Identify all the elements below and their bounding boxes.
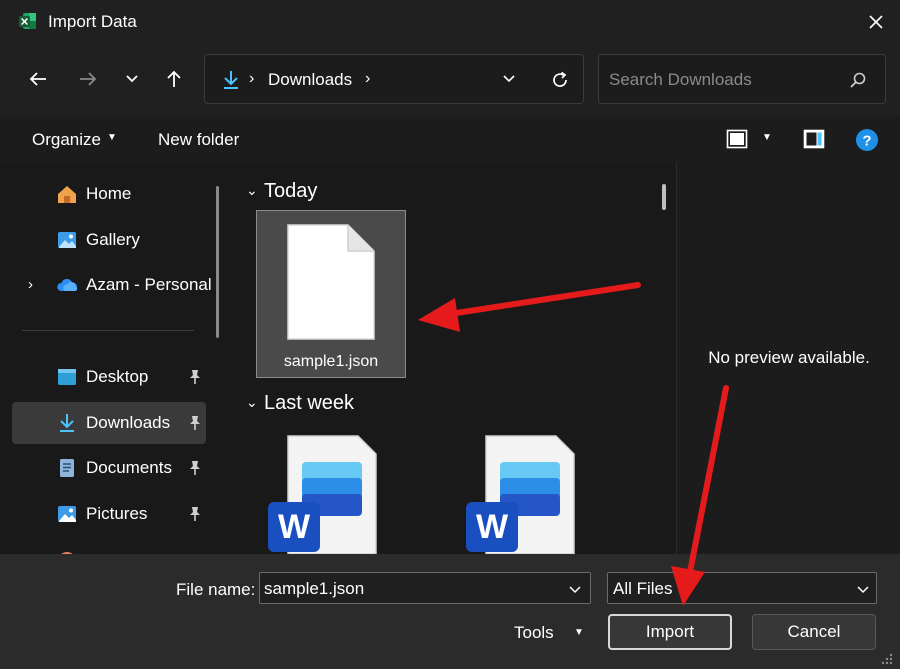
- file-name-input[interactable]: [264, 578, 554, 600]
- file-name-label: sample1.json: [283, 353, 379, 370]
- file-item-word-document-1[interactable]: W: [256, 422, 406, 554]
- chevron-down-icon[interactable]: [566, 580, 584, 598]
- pictures-icon: [58, 506, 76, 522]
- word-document-icon: W: [466, 435, 575, 554]
- file-list: ⌄ Today sample1.json ⌄ Last week W W: [232, 162, 676, 554]
- file-name-label: File name:: [176, 580, 256, 599]
- group-header-today[interactable]: ⌄ Today: [246, 180, 317, 203]
- word-badge-letter: W: [476, 508, 509, 546]
- search-box[interactable]: [598, 54, 886, 104]
- generic-file-icon: [287, 224, 375, 340]
- recent-locations-button[interactable]: [117, 64, 147, 94]
- collapse-chevron-icon[interactable]: ⌄: [246, 394, 264, 411]
- back-button[interactable]: [23, 64, 53, 94]
- preview-pane-icon[interactable]: [803, 128, 825, 150]
- sidebar-divider: [22, 330, 194, 331]
- tools-button[interactable]: Tools: [514, 623, 554, 643]
- arrow-left-icon: [29, 72, 46, 86]
- sidebar-item-label: Documents: [86, 458, 172, 477]
- cancel-button[interactable]: Cancel: [752, 614, 876, 650]
- help-icon[interactable]: ?: [855, 128, 879, 152]
- file-type-select[interactable]: All Files: [607, 572, 877, 604]
- sidebar-item-label: Pictures: [86, 504, 148, 523]
- view-mode-icon[interactable]: [726, 128, 748, 150]
- download-icon: [60, 414, 74, 432]
- documents-icon: [60, 459, 74, 477]
- search-input[interactable]: [609, 69, 839, 91]
- pin-icon[interactable]: [188, 415, 202, 431]
- search-icon: [850, 72, 866, 88]
- arrow-up-icon: [167, 70, 181, 87]
- breadcrumb-trailing-separator[interactable]: ›: [365, 70, 370, 88]
- chevron-down-icon[interactable]: [854, 580, 872, 598]
- sidebar-scrollbar[interactable]: [216, 186, 219, 338]
- sidebar-item-documents[interactable]: Documents: [12, 447, 206, 489]
- title-bar: Import Data: [0, 0, 900, 44]
- excel-icon: [19, 13, 36, 29]
- sidebar-item-downloads[interactable]: Downloads: [12, 402, 206, 444]
- no-preview-message: No preview available.: [708, 348, 870, 367]
- desktop-icon: [58, 369, 76, 385]
- forward-button[interactable]: [73, 64, 103, 94]
- sidebar-item-label: Azam - Personal: [86, 275, 212, 294]
- home-icon: [58, 186, 76, 203]
- collapse-chevron-icon[interactable]: ⌄: [246, 182, 264, 199]
- refresh-icon: [553, 71, 567, 87]
- dialog-footer: File name: All Files Tools ▼ Import Canc…: [0, 554, 900, 669]
- sidebar-item-home[interactable]: Home: [12, 173, 206, 215]
- new-folder-button[interactable]: New folder: [158, 130, 239, 150]
- breadcrumb-separator[interactable]: ›: [249, 70, 254, 88]
- address-bar[interactable]: › Downloads ›: [204, 54, 584, 104]
- chevron-down-icon: [503, 75, 515, 83]
- close-icon: [869, 15, 883, 29]
- organize-dropdown-icon[interactable]: ▼: [107, 132, 117, 143]
- pin-icon[interactable]: [188, 369, 202, 385]
- group-header-last-week[interactable]: ⌄ Last week: [246, 392, 354, 415]
- sidebar-item-label: Gallery: [86, 230, 140, 249]
- refresh-button[interactable]: [547, 67, 573, 93]
- file-type-value: All Files: [613, 579, 673, 598]
- sidebar-item-gallery[interactable]: Gallery: [12, 219, 206, 261]
- search-button[interactable]: [847, 69, 869, 91]
- group-header-label: Last week: [264, 392, 355, 414]
- navigation-pane: Home Gallery › Azam - Personal Desktop D…: [0, 162, 232, 554]
- sidebar-item-label: Home: [86, 184, 132, 203]
- pin-icon[interactable]: [188, 460, 202, 476]
- command-bar: Organize ▼ New folder ▼: [0, 116, 900, 162]
- download-icon: [224, 71, 238, 89]
- chevron-down-icon: [126, 75, 138, 83]
- sidebar-item-desktop[interactable]: Desktop: [12, 356, 206, 398]
- file-name-combobox[interactable]: [259, 572, 591, 604]
- sidebar-item-label: Downloads: [86, 413, 171, 432]
- resize-grip-icon[interactable]: [878, 650, 894, 666]
- onedrive-icon: [57, 278, 78, 291]
- pin-icon[interactable]: [188, 506, 202, 522]
- word-badge-letter: W: [278, 508, 311, 546]
- view-mode-dropdown-icon[interactable]: ▼: [762, 132, 772, 143]
- window-title: Import Data: [48, 12, 137, 31]
- sidebar-item-partial[interactable]: [12, 540, 206, 554]
- organize-button[interactable]: Organize: [32, 130, 101, 150]
- word-document-icon: W: [268, 435, 377, 554]
- up-button[interactable]: [159, 64, 189, 94]
- tools-dropdown-icon[interactable]: ▼: [574, 627, 584, 638]
- sidebar-item-onedrive[interactable]: › Azam - Personal: [12, 264, 212, 306]
- navigation-bar: › Downloads ›: [0, 44, 900, 116]
- breadcrumb-downloads[interactable]: Downloads: [268, 70, 352, 90]
- sidebar-item-label: Desktop: [86, 367, 149, 386]
- gallery-icon: [58, 232, 76, 248]
- preview-pane: No preview available.: [676, 162, 900, 554]
- address-history-button[interactable]: [497, 67, 521, 91]
- group-header-label: Today: [264, 180, 318, 202]
- close-button[interactable]: [860, 8, 892, 36]
- file-item-word-document-2[interactable]: W: [454, 422, 604, 554]
- expand-chevron-icon[interactable]: ›: [28, 276, 33, 293]
- sidebar-item-pictures[interactable]: Pictures: [12, 493, 206, 535]
- arrow-right-icon: [80, 72, 97, 86]
- import-button[interactable]: Import: [608, 614, 732, 650]
- file-list-scrollbar[interactable]: [662, 184, 666, 210]
- help-label: ?: [862, 133, 871, 150]
- file-item-sample1-json[interactable]: sample1.json: [256, 210, 406, 378]
